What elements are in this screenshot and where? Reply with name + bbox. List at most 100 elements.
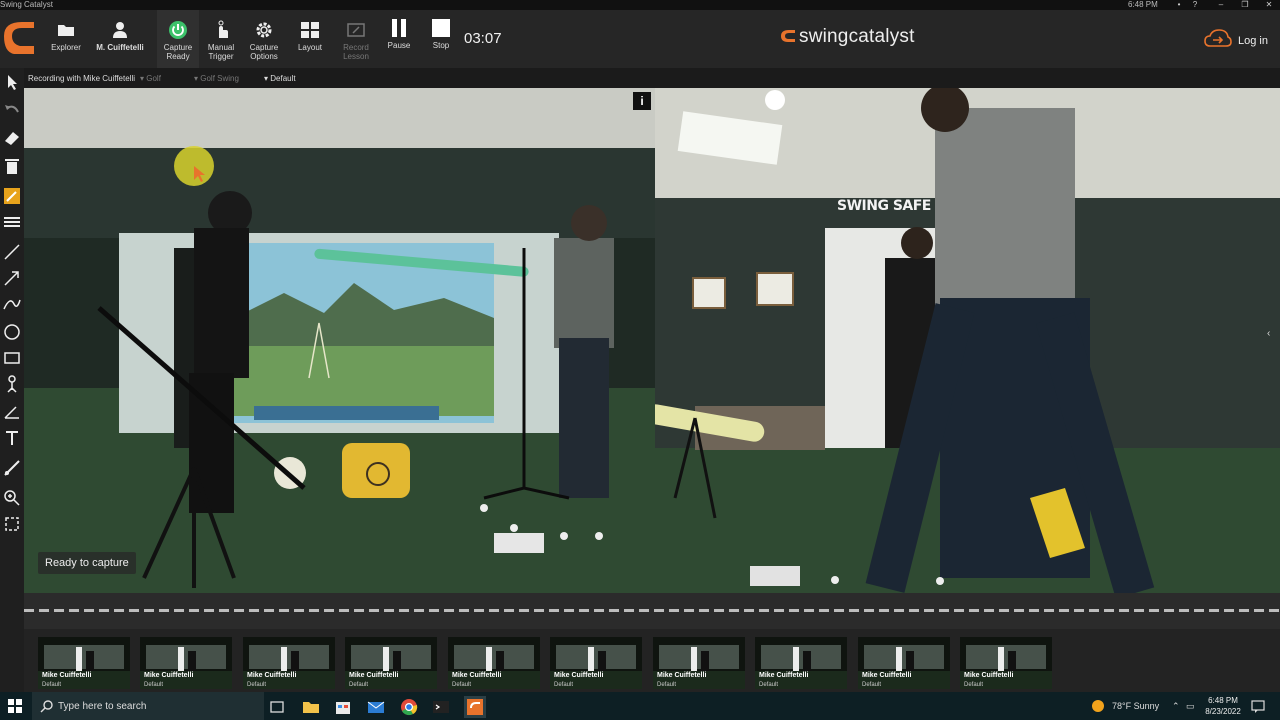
user-button[interactable]: M. Cuiffetelli	[94, 10, 146, 68]
angle-tool-icon[interactable]	[2, 402, 22, 422]
manual-trigger-button[interactable]: Manual Trigger	[202, 10, 240, 68]
capture-options-button[interactable]: Capture Options	[244, 10, 284, 68]
stop-button[interactable]: Stop	[422, 10, 460, 68]
curve-tool-icon[interactable]	[2, 294, 22, 314]
task-view-icon[interactable]	[266, 696, 288, 718]
main-toolbar: Explorer M. Cuiffetelli Capture Ready Ma…	[0, 10, 1280, 68]
capture-timer: 03:07	[464, 30, 502, 47]
layout-button[interactable]: Layout	[290, 10, 330, 68]
arrow-tool-icon[interactable]	[2, 268, 22, 288]
clip-preset: Default	[42, 682, 62, 688]
line-width-icon[interactable]	[2, 212, 22, 232]
line-tool-icon[interactable]	[2, 242, 22, 262]
camera-view-left[interactable]: i Ready to capture	[24, 88, 655, 593]
clip-thumbnail[interactable]: Mike Cuiffetelli Default	[243, 637, 335, 689]
drawing-tools-bar	[0, 68, 24, 692]
capture-ready-button[interactable]: Capture Ready	[157, 10, 199, 68]
rectangle-tool-icon[interactable]	[2, 348, 22, 368]
weather-text[interactable]: 78°F Sunny	[1112, 692, 1159, 720]
pause-button[interactable]: Pause	[380, 10, 418, 68]
cloud-login-icon	[1204, 29, 1232, 47]
sport-value: Golf	[146, 74, 161, 83]
clip-preset: Default	[554, 682, 574, 688]
windows-start-icon[interactable]	[8, 699, 22, 713]
body-tool-icon[interactable]	[2, 374, 22, 394]
swing-catalyst-taskbar-icon[interactable]	[464, 696, 486, 718]
taskbar-search-box[interactable]: Type here to search	[32, 692, 264, 720]
network-icon[interactable]: ▭	[1186, 692, 1195, 720]
eraser-icon[interactable]	[2, 128, 22, 148]
wall-sign-text: SWING SAFE	[837, 198, 931, 214]
expand-panel-icon[interactable]: ‹	[1267, 328, 1279, 340]
help-button[interactable]: ?	[1188, 0, 1202, 10]
restore-button[interactable]: ❐	[1238, 0, 1252, 10]
sport-selector[interactable]: ▾ Golf	[140, 70, 161, 88]
clip-name: Mike Cuiffetelli	[657, 672, 707, 679]
title-clock: 6:48 PM	[1128, 0, 1158, 9]
recording-with-label: Recording with Mike Cuiffetelli	[28, 74, 136, 83]
clip-thumbnail[interactable]: Mike Cuiffetelli Default	[345, 637, 437, 689]
activity-selector[interactable]: ▾ Golf Swing	[194, 70, 239, 88]
clip-thumbnail[interactable]: Mike Cuiffetelli Default	[755, 637, 847, 689]
record-lesson-button[interactable]: Record Lesson	[336, 10, 376, 68]
taskbar-time: 6:48 PM	[1208, 696, 1238, 705]
clip-name: Mike Cuiffetelli	[247, 672, 297, 679]
minimize-button[interactable]: –	[1214, 0, 1228, 10]
clip-thumbnail[interactable]: Mike Cuiffetelli Default	[448, 637, 540, 689]
close-button[interactable]: ✕	[1262, 0, 1276, 10]
file-explorer-icon[interactable]	[300, 696, 322, 718]
app-logo-icon	[4, 22, 34, 54]
studio-scene	[655, 88, 1280, 593]
power-icon	[169, 21, 187, 39]
clip-preset: Default	[657, 682, 677, 688]
pointer-icon[interactable]	[2, 72, 22, 92]
pause-label: Pause	[387, 41, 411, 50]
terminal-app-icon[interactable]	[430, 696, 452, 718]
preset-selector[interactable]: ▾ Default	[264, 70, 296, 88]
crop-icon[interactable]	[2, 514, 22, 534]
clip-preset: Default	[452, 682, 472, 688]
clip-name: Mike Cuiffetelli	[349, 672, 399, 679]
search-icon	[40, 700, 53, 713]
user-icon	[113, 22, 127, 38]
app-window: Swing Catalyst 6:48 PM • ? – ❐ ✕ Explore…	[0, 0, 1280, 720]
clip-thumbnail[interactable]: Mike Cuiffetelli Default	[140, 637, 232, 689]
login-label: Log in	[1238, 35, 1268, 47]
zoom-icon[interactable]	[2, 488, 22, 508]
clip-thumbnail[interactable]: Mike Cuiffetelli Default	[550, 637, 642, 689]
tray-overflow-icon[interactable]: ⌃	[1172, 692, 1180, 720]
notification-icon[interactable]	[1250, 698, 1266, 714]
pen-color-icon[interactable]	[2, 186, 22, 206]
taskbar-clock[interactable]: 6:48 PM 8/23/2022	[1200, 695, 1246, 717]
clip-name: Mike Cuiffetelli	[554, 672, 604, 679]
app-logo[interactable]	[0, 10, 38, 68]
pause-icon	[392, 19, 406, 37]
clip-preset: Default	[349, 682, 369, 688]
clip-thumbnail[interactable]: Mike Cuiffetelli Default	[960, 637, 1052, 689]
clip-strip: Mike Cuiffetelli Default Mike Cuiffetell…	[24, 629, 1280, 692]
explorer-button[interactable]: Explorer	[46, 10, 86, 68]
preset-value: Default	[270, 74, 296, 83]
store-icon[interactable]	[332, 696, 354, 718]
pin-icon[interactable]: •	[1172, 0, 1186, 10]
chrome-icon[interactable]	[398, 696, 420, 718]
undo-icon[interactable]	[2, 100, 22, 120]
timeline-scrubber[interactable]	[24, 593, 1280, 629]
clip-thumbnail[interactable]: Mike Cuiffetelli Default	[858, 637, 950, 689]
simulator-scene	[24, 88, 655, 593]
clip-thumbnail[interactable]: Mike Cuiffetelli Default	[653, 637, 745, 689]
trash-icon[interactable]	[2, 156, 22, 176]
text-tool-icon[interactable]	[2, 428, 22, 448]
stop-icon	[432, 19, 450, 37]
activity-value: Golf Swing	[200, 74, 239, 83]
clip-name: Mike Cuiffetelli	[144, 672, 194, 679]
login-button[interactable]: Log in	[1204, 28, 1268, 50]
camera-view-right[interactable]: SWING SAFE ‹	[655, 88, 1280, 593]
info-button[interactable]: i	[633, 92, 651, 110]
circle-tool-icon[interactable]	[2, 322, 22, 342]
measure-tool-icon[interactable]	[2, 458, 22, 478]
clip-thumbnail[interactable]: Mike Cuiffetelli Default	[38, 637, 130, 689]
weather-sun-icon[interactable]	[1090, 698, 1106, 714]
folder-icon	[58, 25, 74, 36]
mail-icon[interactable]	[365, 696, 387, 718]
